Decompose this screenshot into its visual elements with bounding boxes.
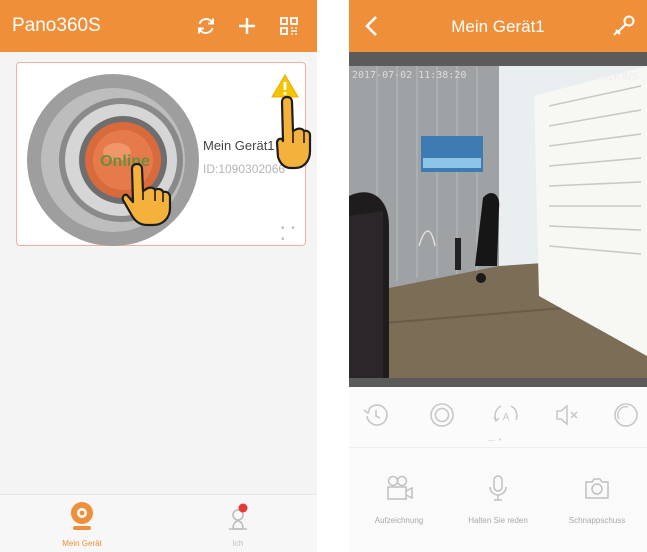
action-bar: Aufzeichnung Halten Sie reden Schnappsch… bbox=[349, 447, 647, 552]
top-bar: Pano360S bbox=[0, 0, 317, 52]
talk-button[interactable]: Halten Sie reden bbox=[448, 474, 548, 525]
add-icon[interactable] bbox=[234, 13, 260, 39]
refresh-icon[interactable] bbox=[193, 13, 219, 39]
action-label: Halten Sie reden bbox=[468, 516, 528, 525]
device-card[interactable]: Online Mein Gerät1 ID:1090302066 • • • bbox=[16, 62, 312, 246]
svg-text:A: A bbox=[503, 412, 510, 423]
rotate-icon[interactable]: A bbox=[491, 400, 521, 430]
playback-controls: A — • bbox=[349, 387, 647, 447]
profile-icon bbox=[229, 503, 248, 530]
page-indicator: — • bbox=[488, 437, 503, 444]
tap-hand-icon bbox=[121, 162, 172, 227]
snapshot-icon bbox=[585, 478, 609, 499]
fisheye-icon[interactable] bbox=[611, 400, 641, 430]
camera-icon bbox=[71, 502, 93, 530]
nav-label: Ich bbox=[232, 539, 244, 548]
nav-label: Mein Gerät bbox=[62, 539, 102, 548]
mute-icon[interactable] bbox=[552, 400, 582, 430]
live-view-screen: Mein Gerät1 2017-07-02 11:38:20 6.61KB/S… bbox=[349, 0, 647, 552]
record-button[interactable]: Aufzeichnung bbox=[349, 474, 449, 525]
qr-scan-icon[interactable] bbox=[276, 13, 302, 39]
wrench-settings-icon[interactable] bbox=[611, 13, 637, 39]
view-mode-icon[interactable] bbox=[427, 400, 457, 430]
video-frame bbox=[349, 66, 647, 378]
page-title: Mein Gerät1 bbox=[451, 17, 545, 36]
video-timestamp: 2017-07-02 11:38:20 bbox=[352, 70, 467, 81]
playback-icon[interactable] bbox=[361, 400, 391, 430]
device-name: Mein Gerät1 bbox=[203, 138, 275, 153]
tap-hand-icon bbox=[275, 95, 312, 170]
bottom-nav: Mein Gerät Ich bbox=[0, 494, 317, 552]
device-id: ID:1090302066 bbox=[203, 162, 286, 176]
wifi-icon bbox=[576, 71, 590, 82]
nav-item-mein-geraet[interactable]: Mein Gerät bbox=[42, 495, 122, 552]
device-list-screen: Pano360S Online Mein Gerät1 ID:109030206… bbox=[0, 0, 317, 552]
action-label: Schnappschuss bbox=[568, 516, 626, 525]
app-title: Pano360S bbox=[12, 15, 101, 36]
more-options-icon[interactable]: • • • bbox=[281, 223, 305, 245]
snapshot-button[interactable]: Schnappschuss bbox=[547, 474, 647, 525]
action-label: Aufzeichnung bbox=[374, 516, 424, 525]
bitrate-indicator: 6.61KB/S bbox=[576, 71, 639, 83]
nav-item-ich[interactable]: Ich bbox=[198, 495, 278, 552]
screenshot: Pano360S Online Mein Gerät1 ID:109030206… bbox=[0, 0, 647, 552]
microphone-icon bbox=[489, 475, 507, 501]
top-bar: Mein Gerät1 bbox=[349, 0, 647, 52]
bitrate-value: 6.61KB/S bbox=[592, 71, 639, 83]
live-video[interactable]: 2017-07-02 11:38:20 6.61KB/S bbox=[349, 52, 647, 387]
record-video-icon bbox=[387, 475, 413, 500]
